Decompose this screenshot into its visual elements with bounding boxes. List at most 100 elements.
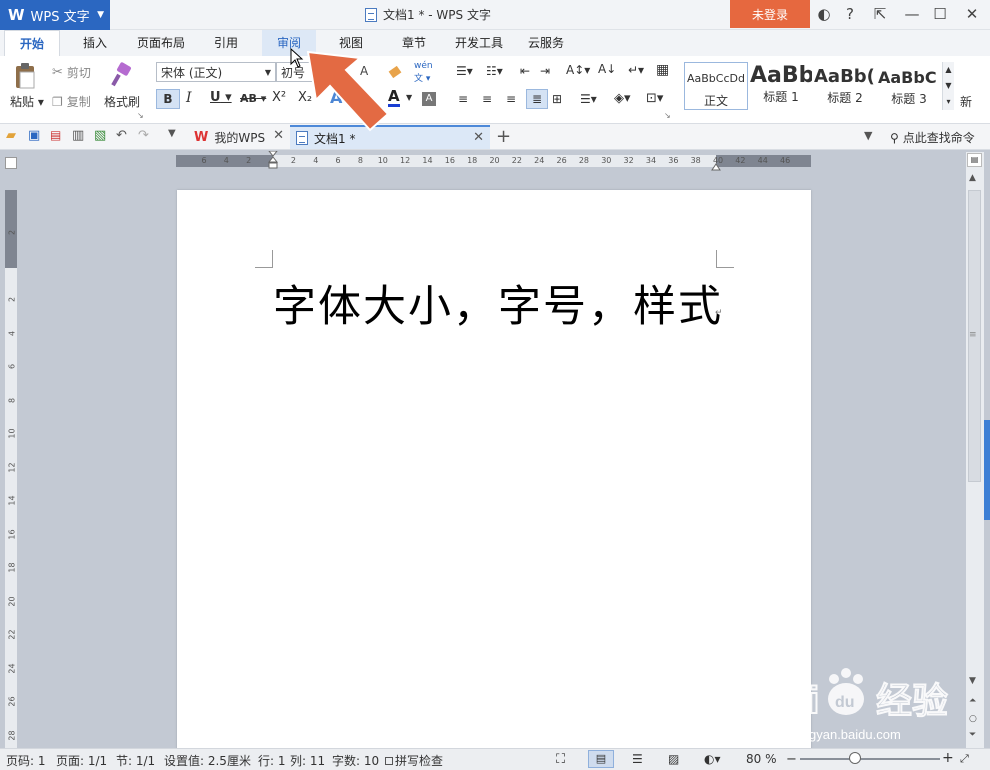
style-heading-2[interactable]: AaBb( 标题 2 [814, 62, 876, 110]
next-page-icon[interactable]: ⏷ [969, 730, 976, 740]
underline-button[interactable]: U ▾ [210, 90, 232, 105]
line-spacing-icon[interactable]: ☰▾ [580, 92, 597, 106]
phonetic-guide-icon[interactable]: wén 文 ▾ [414, 61, 433, 84]
style-normal[interactable]: AaBbCcDd 正文 [684, 62, 748, 110]
page-view-icon[interactable]: ▤ [588, 750, 614, 768]
align-left-icon[interactable]: ≡ [458, 92, 468, 106]
right-indent-marker[interactable] [711, 161, 721, 171]
close-button[interactable]: ✕ [958, 0, 986, 28]
outline-view-icon[interactable]: ☰ [632, 752, 643, 766]
wps-app-menu-button[interactable]: W WPS 文字 ▼ [0, 0, 110, 30]
status-line[interactable]: 行: 1 [258, 752, 286, 769]
ruler-tick-label: 6 [201, 156, 207, 165]
justify-icon[interactable]: ≣ [526, 89, 548, 109]
paste-icon[interactable] [12, 62, 38, 90]
status-spell-check[interactable]: 拼写检查 [385, 752, 443, 769]
customize-chevron-icon[interactable]: ▼ [168, 128, 184, 144]
scroll-down-icon[interactable]: ▼ [969, 676, 976, 686]
eye-protection-icon[interactable]: ◐▾ [704, 752, 721, 766]
copy-button[interactable]: ❐ 复制 [52, 93, 91, 110]
status-page-code[interactable]: 页码: 1 [6, 752, 46, 769]
zoom-in-icon[interactable]: + [942, 750, 954, 766]
style-heading-1[interactable]: AaBb 标题 1 [750, 62, 812, 110]
ruler-tick-label: 2 [290, 156, 296, 165]
bullets-icon[interactable]: ☰▾ [456, 64, 473, 78]
indent-marker[interactable] [267, 150, 279, 173]
tab-insert[interactable]: 插入 [70, 30, 120, 56]
style-heading-3[interactable]: AaBbC 标题 3 [878, 62, 940, 110]
italic-button[interactable]: I [186, 90, 192, 106]
bold-button[interactable]: B [156, 89, 180, 109]
sort-icon[interactable]: A↓ [598, 62, 616, 76]
help-icon[interactable]: ? [836, 0, 864, 28]
document-text[interactable]: 字体大小，字号，样式 [273, 272, 723, 334]
close-icon[interactable]: ✕ [273, 128, 284, 143]
browse-object-icon[interactable]: ○ [969, 714, 977, 724]
login-button[interactable]: 未登录 [730, 0, 810, 28]
tab-references[interactable]: 引用 [202, 30, 250, 56]
strikethrough-button[interactable]: AB ▾ [240, 92, 266, 105]
new-tab-icon[interactable]: + [496, 126, 511, 147]
scroll-up-icon[interactable]: ▲ [969, 173, 976, 183]
open-folder-icon[interactable]: ▰ [6, 128, 22, 144]
clipboard-launcher-icon[interactable]: ↘ [137, 111, 144, 120]
fill-color-icon[interactable]: ◈▾ [614, 91, 631, 106]
fit-window-icon[interactable]: ⤢ [960, 752, 969, 766]
zoom-level[interactable]: 80 % [746, 752, 777, 766]
print-icon[interactable]: ▥ [72, 128, 88, 144]
distributed-align-icon[interactable]: ⊞ [552, 92, 562, 106]
decrease-indent-icon[interactable]: ⇤ [520, 64, 530, 78]
zoom-out-icon[interactable]: − [786, 752, 797, 767]
new-style-button[interactable]: 新 [960, 93, 972, 110]
align-center-icon[interactable]: ≡ [482, 92, 492, 106]
previous-page-icon[interactable]: ⏶ [969, 696, 976, 706]
text-direction-icon[interactable]: A↕▾ [566, 63, 590, 77]
tab-stop-selector[interactable] [5, 157, 17, 169]
increase-indent-icon[interactable]: ⇥ [540, 64, 550, 78]
fullscreen-icon[interactable]: ⛶ [556, 752, 565, 767]
status-setting[interactable]: 设置值: 2.5厘米 [164, 752, 251, 769]
paste-button[interactable]: 粘贴 ▾ [10, 93, 44, 110]
font-name-select[interactable]: 宋体 (正文) ▼ [156, 62, 276, 82]
minimize-button[interactable]: — [898, 0, 926, 28]
doc-tab-my-wps[interactable]: W 我的WPS ✕ [186, 125, 290, 149]
show-marks-icon[interactable]: ↵▾ [628, 63, 644, 77]
web-view-icon[interactable]: ▨ [668, 752, 679, 766]
tab-page-layout[interactable]: 页面布局 [128, 30, 194, 56]
tab-cloud[interactable]: 云服务 [520, 30, 572, 56]
char-shading-icon[interactable]: A [422, 92, 436, 106]
undo-icon[interactable]: ↶ [116, 128, 132, 144]
format-painter-button[interactable]: 格式刷 [104, 93, 140, 110]
split-view-icon[interactable]: ▤ [967, 153, 982, 167]
status-pages[interactable]: 页面: 1/1 [56, 752, 107, 769]
cut-button[interactable]: ✂ 剪切 [52, 64, 91, 81]
table-grid-icon[interactable]: ▦ [656, 62, 669, 78]
print-preview-icon[interactable]: ▧ [94, 128, 110, 144]
numbering-icon[interactable]: ☷▾ [486, 64, 503, 78]
ruler-tick-label: 10 [7, 428, 17, 439]
redo-icon[interactable]: ↷ [138, 128, 154, 144]
command-search[interactable]: ⚲ 点此查找命令 [890, 129, 975, 146]
align-right-icon[interactable]: ≡ [506, 92, 516, 106]
tab-home[interactable]: 开始 [4, 30, 60, 56]
status-word-count[interactable]: 字数: 10 [332, 752, 379, 769]
status-column[interactable]: 列: 11 [290, 752, 325, 769]
skin-icon[interactable]: ◐ [810, 0, 838, 28]
ruler-tick-label: 8 [7, 397, 17, 403]
restore-ribbon-icon[interactable]: ⇱ [866, 0, 894, 28]
styles-scroll[interactable]: ▲ ▼ ▾ [942, 62, 954, 110]
maximize-button[interactable]: ☐ [926, 0, 954, 28]
zoom-slider-handle[interactable] [849, 752, 861, 764]
save-icon[interactable]: ▣ [28, 128, 44, 144]
chevron-down-icon[interactable]: ▼ [406, 93, 412, 102]
border-icon[interactable]: ⊡▾ [646, 91, 663, 106]
side-panel-toggle[interactable] [984, 420, 990, 520]
pin-icon[interactable]: ▼ [864, 129, 872, 142]
close-icon[interactable]: ✕ [473, 130, 484, 145]
status-section[interactable]: 节: 1/1 [116, 752, 155, 769]
export-pdf-icon[interactable]: ▤ [50, 128, 66, 144]
zoom-slider[interactable] [800, 758, 940, 760]
paragraph-launcher-icon[interactable]: ↘ [664, 111, 671, 120]
tab-developer[interactable]: 开发工具 [446, 30, 512, 56]
superscript-button[interactable]: X² [272, 90, 286, 105]
